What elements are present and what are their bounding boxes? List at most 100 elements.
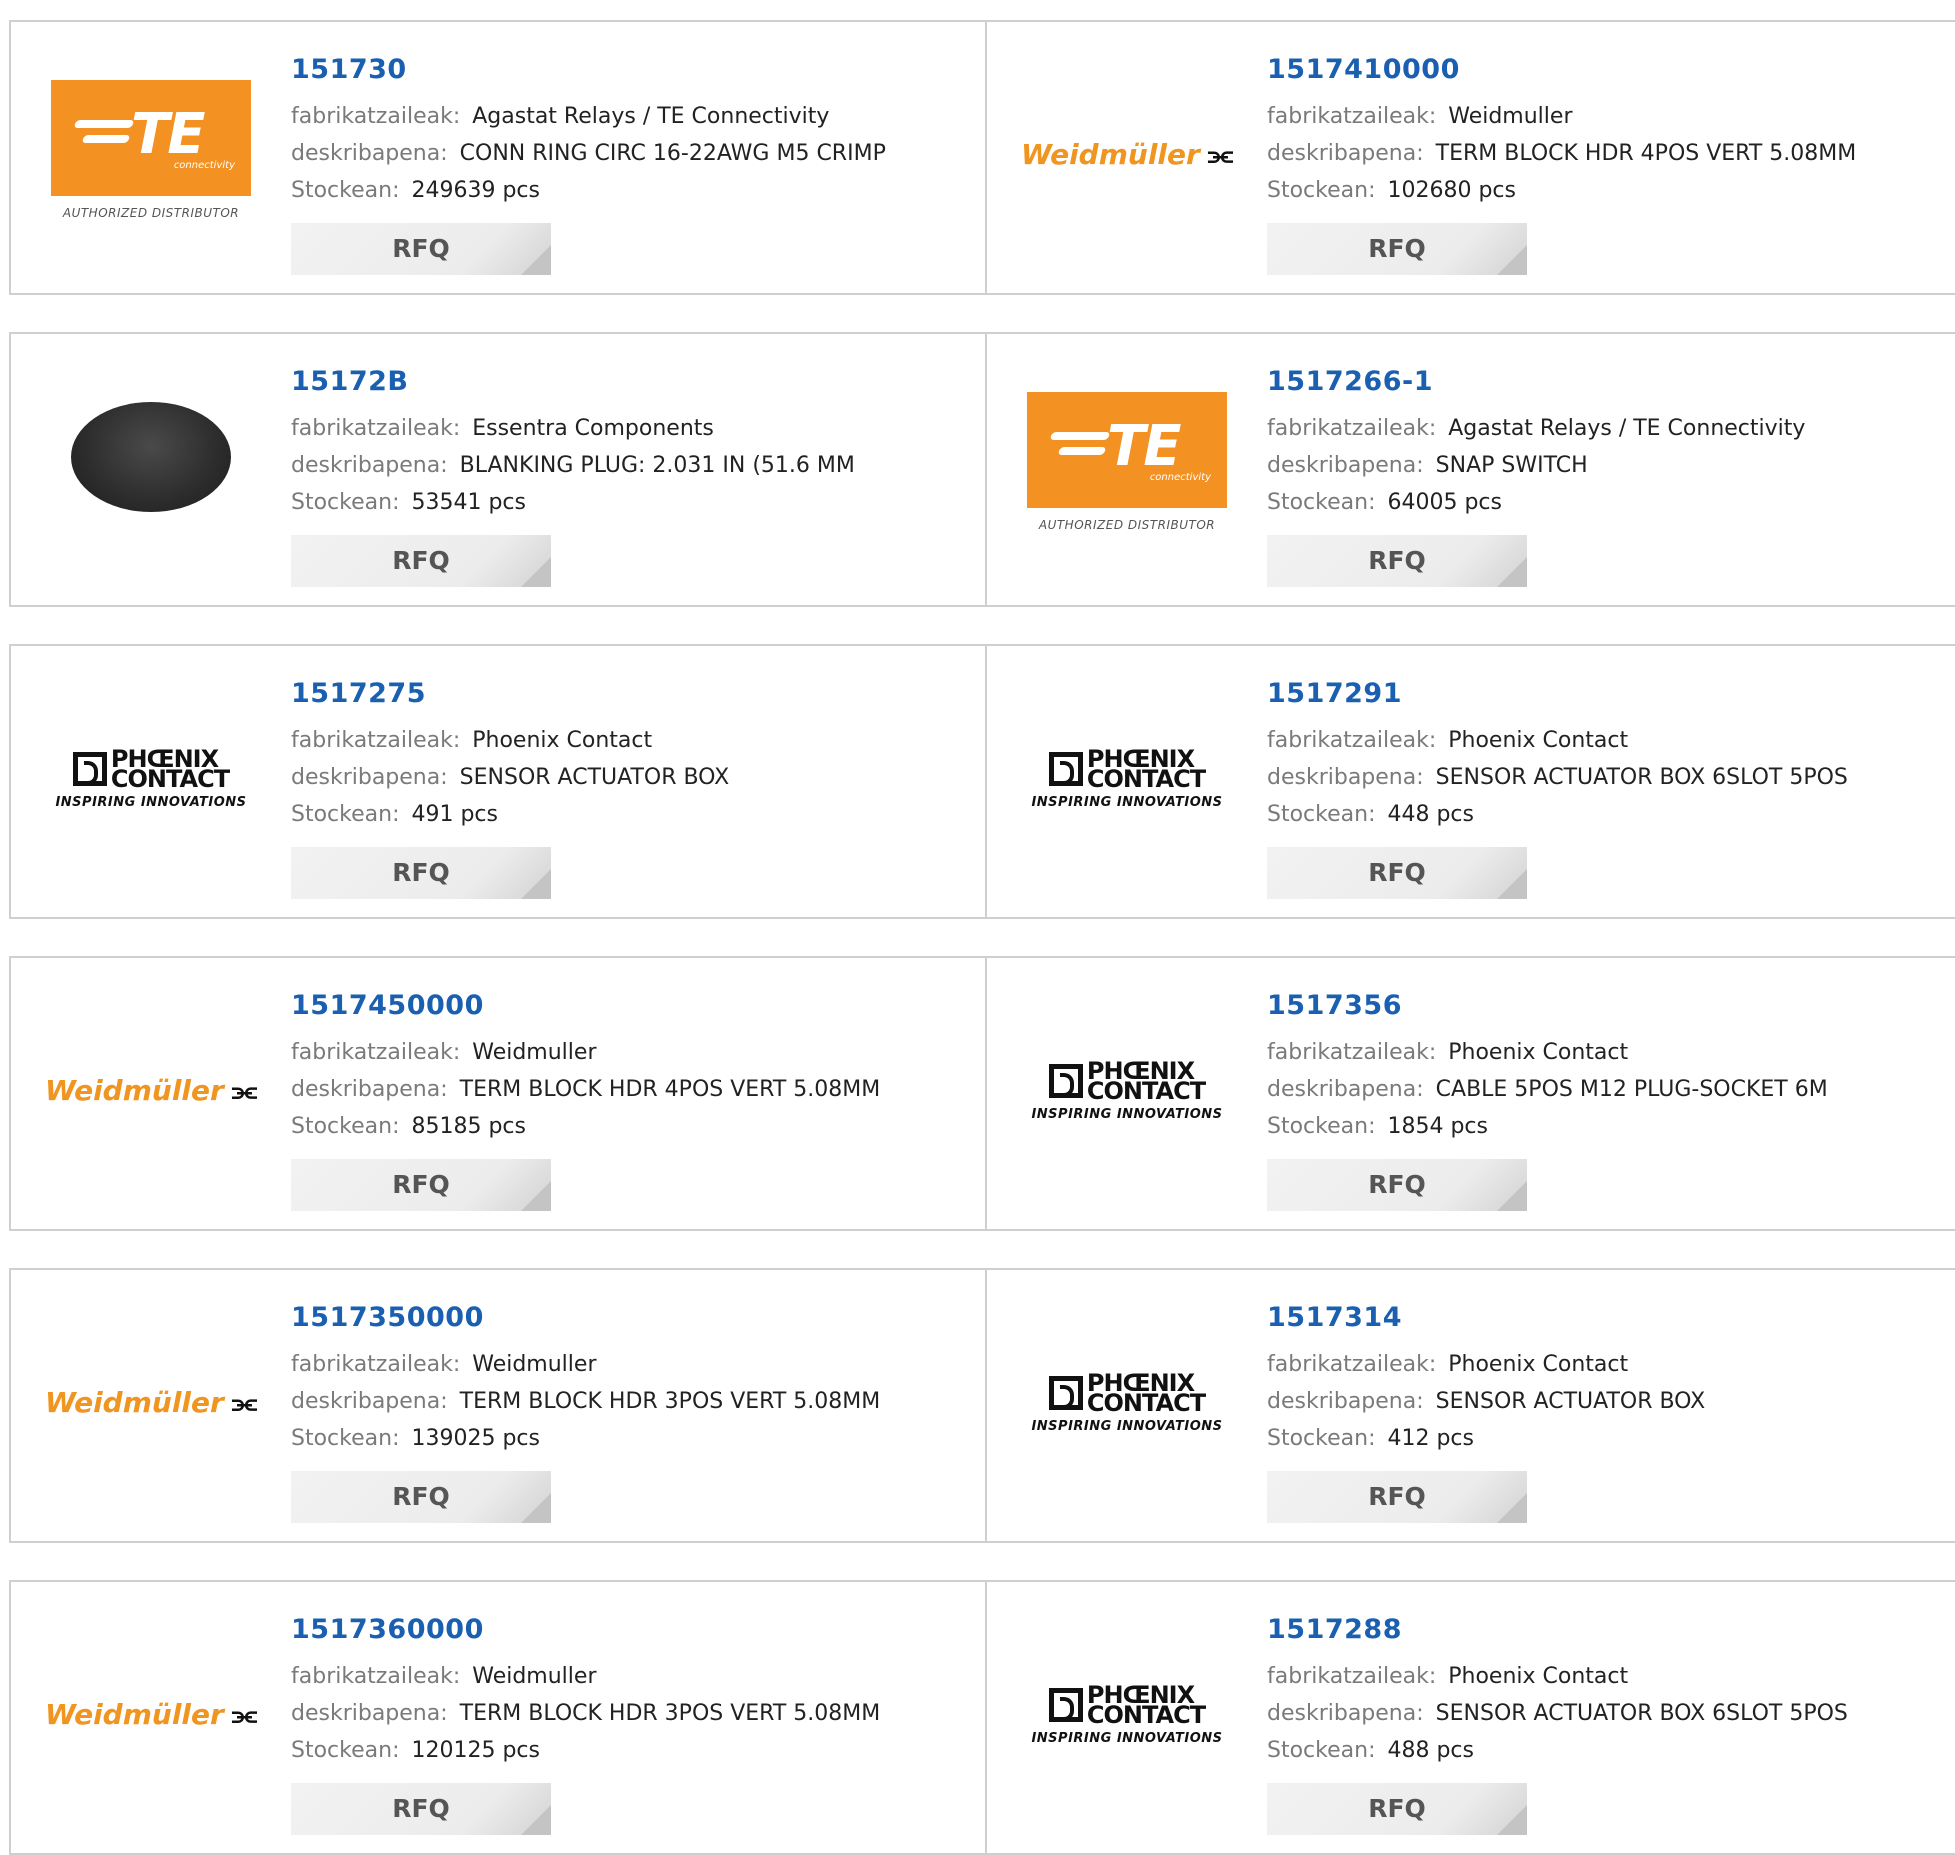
part-number-link[interactable]: 1517356 (1267, 988, 1955, 1024)
product-info: 1517291 fabrikatzaileak: Phoenix Contact … (1267, 676, 1955, 833)
product-info: 1517288 fabrikatzaileak: Phoenix Contact … (1267, 1612, 1955, 1769)
product-info: 151730 fabrikatzaileak: Agastat Relays / … (291, 52, 985, 209)
rfq-button[interactable]: RFQ (291, 1159, 551, 1211)
product-card: 15172B fabrikatzaileak: Essentra Componen… (9, 332, 987, 607)
part-number-link[interactable]: 1517266-1 (1267, 364, 1955, 400)
product-card: PHŒNIX CONTACT INSPIRING INNOVATIONS 151… (987, 956, 1955, 1231)
product-card: PHŒNIX CONTACT INSPIRING INNOVATIONS 151… (987, 644, 1955, 919)
description-value: SENSOR ACTUATOR BOX 6SLOT 5POS (1435, 765, 1848, 790)
weidmuller-logo: Weidmüller ⫘ (44, 1698, 258, 1731)
stock-label: Stockean: (291, 178, 400, 203)
description-label: deskribapena: (1267, 1389, 1424, 1414)
phoenix-mark-icon (1048, 1687, 1083, 1722)
description-label: deskribapena: (1267, 1701, 1424, 1726)
rfq-button[interactable]: RFQ (1267, 223, 1527, 275)
part-number-link[interactable]: 151730 (291, 52, 985, 88)
rfq-button[interactable]: RFQ (1267, 1783, 1527, 1835)
stock-value: 249639 pcs (411, 178, 540, 203)
description-value: SENSOR ACTUATOR BOX (1435, 1389, 1706, 1414)
manufacturer-logo[interactable] (49, 366, 253, 568)
rfq-button[interactable]: RFQ (1267, 1159, 1527, 1211)
part-number-link[interactable]: 15172B (291, 364, 985, 400)
rfq-button[interactable]: RFQ (1267, 535, 1527, 587)
phoenix-contact-logo: PHŒNIX CONTACT INSPIRING INNOVATIONS (1031, 1368, 1223, 1434)
rfq-button[interactable]: RFQ (1267, 1471, 1527, 1523)
stock-row: Stockean: 102680 pcs (1267, 172, 1955, 209)
part-number-link[interactable]: 1517275 (291, 676, 985, 712)
stock-value: 102680 pcs (1387, 178, 1516, 203)
stock-row: Stockean: 412 pcs (1267, 1420, 1955, 1457)
manufacturer-logo[interactable]: TE connectivity AUTHORIZED DISTRIBUTOR (49, 54, 253, 256)
manufacturer-logo[interactable]: Weidmüller ⫘ (1021, 54, 1233, 256)
product-info: 1517356 fabrikatzaileak: Phoenix Contact … (1267, 988, 1955, 1145)
stock-value: 139025 pcs (411, 1426, 540, 1451)
phoenix-mark-icon (72, 751, 107, 786)
manufacturer-row: fabrikatzaileak: Phoenix Contact (1267, 1346, 1955, 1383)
manufacturer-logo[interactable]: PHŒNIX CONTACT INSPIRING INNOVATIONS (1025, 678, 1229, 880)
weidmuller-mark-icon: ⫘ (231, 1074, 258, 1107)
stock-value: 85185 pcs (411, 1114, 526, 1139)
product-info: 1517314 fabrikatzaileak: Phoenix Contact … (1267, 1300, 1955, 1457)
stock-label: Stockean: (1267, 490, 1376, 515)
product-info: 1517410000 fabrikatzaileak: Weidmuller de… (1267, 52, 1955, 209)
phoenix-mark-icon (1048, 751, 1083, 786)
part-number-link[interactable]: 1517410000 (1267, 52, 1955, 88)
stock-label: Stockean: (1267, 802, 1376, 827)
description-value: SNAP SWITCH (1435, 453, 1588, 478)
part-number-link[interactable]: 1517291 (1267, 676, 1955, 712)
manufacturer-value: Agastat Relays / TE Connectivity (472, 104, 830, 129)
description-label: deskribapena: (291, 1389, 448, 1414)
rfq-button[interactable]: RFQ (291, 1471, 551, 1523)
part-number-link[interactable]: 1517360000 (291, 1612, 985, 1648)
stock-label: Stockean: (291, 1114, 400, 1139)
description-row: deskribapena: TERM BLOCK HDR 4POS VERT 5.… (291, 1071, 985, 1108)
description-value: CONN RING CIRC 16-22AWG M5 CRIMP (459, 141, 886, 166)
stock-row: Stockean: 491 pcs (291, 796, 985, 833)
manufacturer-row: fabrikatzaileak: Weidmuller (291, 1346, 985, 1383)
manufacturer-logo[interactable]: Weidmüller ⫘ (45, 990, 257, 1192)
manufacturer-row: fabrikatzaileak: Phoenix Contact (1267, 1658, 1955, 1695)
manufacturer-logo[interactable]: Weidmüller ⫘ (45, 1614, 257, 1816)
phoenix-mark-icon (1048, 1063, 1083, 1098)
description-label: deskribapena: (291, 1077, 448, 1102)
manufacturer-logo[interactable]: PHŒNIX CONTACT INSPIRING INNOVATIONS (1025, 990, 1229, 1192)
manufacturer-logo[interactable]: TE connectivity AUTHORIZED DISTRIBUTOR (1025, 366, 1229, 568)
manufacturer-value: Phoenix Contact (1448, 728, 1629, 753)
stock-label: Stockean: (291, 1738, 400, 1763)
description-row: deskribapena: SENSOR ACTUATOR BOX (291, 759, 985, 796)
description-label: deskribapena: (1267, 453, 1424, 478)
description-row: deskribapena: TERM BLOCK HDR 3POS VERT 5.… (291, 1383, 985, 1420)
stock-value: 448 pcs (1387, 802, 1474, 827)
manufacturer-logo[interactable]: PHŒNIX CONTACT INSPIRING INNOVATIONS (1025, 1614, 1229, 1816)
stock-row: Stockean: 120125 pcs (291, 1732, 985, 1769)
manufacturer-label: fabrikatzaileak: (291, 1352, 461, 1377)
manufacturer-logo[interactable]: PHŒNIX CONTACT INSPIRING INNOVATIONS (1025, 1302, 1229, 1504)
stock-row: Stockean: 249639 pcs (291, 172, 985, 209)
rfq-button[interactable]: RFQ (291, 535, 551, 587)
manufacturer-logo[interactable]: PHŒNIX CONTACT INSPIRING INNOVATIONS (49, 678, 253, 880)
description-row: deskribapena: CONN RING CIRC 16-22AWG M5 … (291, 135, 985, 172)
product-card: TE connectivity AUTHORIZED DISTRIBUTOR 1… (9, 20, 987, 295)
manufacturer-row: fabrikatzaileak: Essentra Components (291, 410, 985, 447)
part-number-link[interactable]: 1517314 (1267, 1300, 1955, 1336)
manufacturer-row: fabrikatzaileak: Agastat Relays / TE Conn… (1267, 410, 1955, 447)
stock-value: 491 pcs (411, 802, 498, 827)
rfq-button[interactable]: RFQ (291, 223, 551, 275)
stock-label: Stockean: (1267, 178, 1376, 203)
stock-value: 120125 pcs (411, 1738, 540, 1763)
part-number-link[interactable]: 1517350000 (291, 1300, 985, 1336)
description-label: deskribapena: (291, 1701, 448, 1726)
rfq-button[interactable]: RFQ (1267, 847, 1527, 899)
manufacturer-value: Phoenix Contact (1448, 1040, 1629, 1065)
description-row: deskribapena: SNAP SWITCH (1267, 447, 1955, 484)
part-number-link[interactable]: 1517450000 (291, 988, 985, 1024)
rfq-button[interactable]: RFQ (291, 847, 551, 899)
rfq-button[interactable]: RFQ (291, 1783, 551, 1835)
part-number-link[interactable]: 1517288 (1267, 1612, 1955, 1648)
stock-label: Stockean: (291, 1426, 400, 1451)
manufacturer-logo[interactable]: Weidmüller ⫘ (45, 1302, 257, 1504)
description-row: deskribapena: TERM BLOCK HDR 3POS VERT 5.… (291, 1695, 985, 1732)
manufacturer-value: Phoenix Contact (1448, 1664, 1629, 1689)
product-card: Weidmüller ⫘ 1517450000 fabrikatzaileak: W… (9, 956, 987, 1231)
weidmuller-mark-icon: ⫘ (231, 1698, 258, 1731)
